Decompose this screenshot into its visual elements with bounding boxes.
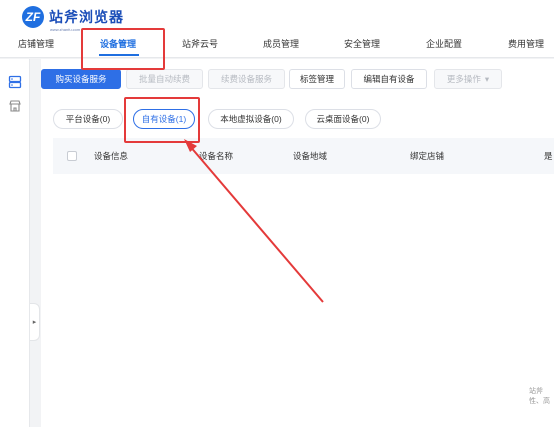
logo-subtitle: www.zhanfu.com — [50, 27, 81, 32]
top-navigation: 店铺管理 设备管理 站斧云号 成员管理 安全管理 企业配置 费用管理 — [0, 34, 554, 56]
nav-item-enterprise-config[interactable]: 企业配置 — [426, 37, 462, 50]
column-device-region[interactable]: 设备地域 — [293, 150, 327, 162]
more-actions-label: 更多操作 — [446, 74, 481, 84]
chevron-down-icon: ▾ — [484, 73, 490, 84]
column-device-name[interactable]: 设备名称 — [199, 150, 233, 162]
filter-own-devices[interactable]: 自有设备(1) — [133, 109, 195, 129]
column-bound-store[interactable]: 绑定店铺 — [410, 150, 444, 162]
column-device-info[interactable]: 设备信息 — [94, 150, 128, 162]
buy-device-service-button[interactable]: 购买设备服务 — [41, 69, 121, 89]
nav-item-store-management[interactable]: 店铺管理 — [18, 37, 54, 50]
batch-auto-renew-button[interactable]: 批量自动续费 — [126, 69, 203, 89]
footer-note: 站斧 性、高 — [529, 387, 550, 407]
sidebar-collapse-toggle[interactable]: ▸ — [30, 303, 40, 341]
nav-item-cloud-account[interactable]: 站斧云号 — [182, 37, 218, 50]
left-rail — [0, 59, 30, 427]
nav-item-member-management[interactable]: 成员管理 — [263, 37, 299, 50]
server-icon[interactable] — [8, 75, 22, 89]
app-header: ZF 站斧浏览器 www.zhanfu.com 店铺管理 设备管理 站斧云号 成… — [0, 0, 554, 58]
column-truncated[interactable]: 是 — [544, 150, 553, 162]
device-management-panel: 购买设备服务 批量自动续费 续费设备服务 标签管理 编辑自有设备 更多操作 ▾ … — [41, 59, 554, 427]
nav-item-security-management[interactable]: 安全管理 — [344, 37, 380, 50]
edit-own-device-button[interactable]: 编辑自有设备 — [351, 69, 427, 89]
select-all-checkbox[interactable] — [67, 151, 77, 161]
logo-icon: ZF — [22, 6, 44, 28]
footer-note-line-2: 性、高 — [529, 398, 550, 405]
active-tab-indicator — [99, 54, 139, 56]
tag-management-button[interactable]: 标签管理 — [289, 69, 345, 89]
app-logo[interactable]: ZF 站斧浏览器 — [22, 6, 124, 28]
renew-device-service-button[interactable]: 续费设备服务 — [208, 69, 285, 89]
footer-note-line-1: 站斧 — [529, 388, 543, 395]
store-icon[interactable] — [8, 99, 22, 113]
chevron-right-icon: ▸ — [32, 319, 37, 326]
filter-cloud-desktop-devices[interactable]: 云桌面设备(0) — [305, 109, 381, 129]
more-actions-dropdown[interactable]: 更多操作 ▾ — [434, 69, 502, 89]
logo-text: 站斧浏览器 — [49, 9, 124, 25]
filter-local-virtual-devices[interactable]: 本地虚拟设备(0) — [208, 109, 294, 129]
nav-item-billing-management[interactable]: 费用管理 — [508, 37, 544, 50]
device-table-header: 设备信息 设备名称 设备地域 绑定店铺 是 — [53, 138, 554, 174]
nav-item-device-management[interactable]: 设备管理 — [100, 37, 136, 50]
filter-platform-devices[interactable]: 平台设备(0) — [53, 109, 123, 129]
